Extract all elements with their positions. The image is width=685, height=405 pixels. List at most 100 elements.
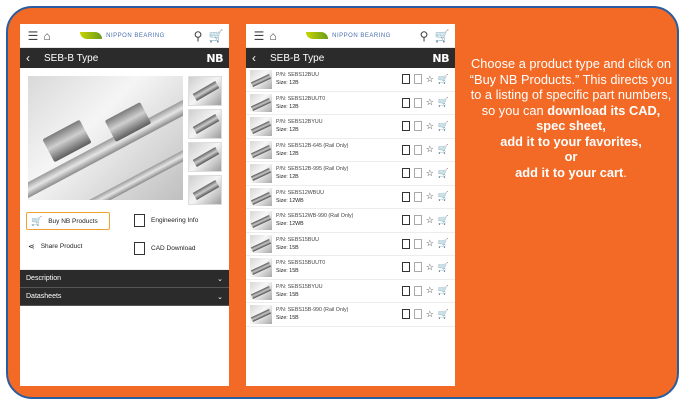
list-item[interactable]: P/N: SEBS15B-990 (Rail Only) Size: 15B ☆ 🛒 <box>246 303 455 327</box>
cart-icon[interactable]: 🛒 <box>438 262 449 273</box>
cad-file-icon[interactable] <box>401 168 410 179</box>
cad-file-icon[interactable] <box>401 285 410 296</box>
part-size: Size: 15B <box>276 291 299 298</box>
app-header: ☰ ⌂ NIPPON BEARING ⚲ 🛒 <box>20 24 229 48</box>
list-item[interactable]: P/N: SEBS12B-995 (Rail Only) Size: 12B ☆ 🛒 <box>246 162 455 186</box>
list-item[interactable]: P/N: SEBS15BUUT0 Size: 15B ☆ 🛒 <box>246 256 455 280</box>
favorite-star-icon[interactable]: ☆ <box>426 309 434 320</box>
cart-icon[interactable]: 🛒 <box>438 285 449 296</box>
spec-sheet-icon[interactable] <box>413 215 422 226</box>
thumbnail[interactable] <box>188 142 222 172</box>
cart-icon[interactable]: 🛒 <box>438 97 449 108</box>
favorite-star-icon[interactable]: ☆ <box>426 215 434 226</box>
favorite-star-icon[interactable]: ☆ <box>426 168 434 179</box>
cart-icon[interactable]: 🛒 <box>438 215 449 226</box>
cart-icon[interactable]: 🛒 <box>438 191 449 202</box>
cart-icon[interactable]: 🛒 <box>438 121 449 132</box>
part-size: Size: 15B <box>276 315 299 322</box>
home-icon[interactable]: ⌂ <box>266 29 280 43</box>
favorite-star-icon[interactable]: ☆ <box>426 191 434 202</box>
list-item[interactable]: P/N: SEBS12WBUU Size: 12WB ☆ 🛒 <box>246 186 455 209</box>
list-item[interactable]: P/N: SEBS12WB-990 (Rail Only) Size: 12WB ☆… <box>246 209 455 233</box>
cad-file-icon[interactable] <box>401 238 410 249</box>
cart-icon[interactable]: 🛒 <box>438 238 449 249</box>
cad-file-icon[interactable] <box>401 97 410 108</box>
part-number: P/N: SEBS12BUU <box>276 72 319 79</box>
list-item[interactable]: P/N: SEBS15BYUU Size: 15B ☆ 🛒 <box>246 280 455 303</box>
list-item[interactable]: P/N: SEBS15BUU Size: 15B ☆ 🛒 <box>246 233 455 256</box>
cad-file-icon[interactable] <box>401 144 410 155</box>
cart-icon[interactable]: 🛒 <box>438 168 449 179</box>
part-thumbnail <box>250 187 272 206</box>
part-thumbnail <box>250 93 272 112</box>
spec-sheet-icon[interactable] <box>413 191 422 202</box>
brand-swoosh-icon <box>80 32 103 39</box>
thumbnail[interactable] <box>188 175 222 205</box>
favorite-star-icon[interactable]: ☆ <box>426 144 434 155</box>
search-icon[interactable]: ⚲ <box>417 29 431 43</box>
cart-icon[interactable]: 🛒 <box>438 309 449 320</box>
buy-nb-products-button[interactable]: 🛒 Buy NB Products <box>26 212 110 230</box>
back-icon[interactable]: ‹ <box>252 51 264 65</box>
list-item[interactable]: P/N: SEBS12BUUT0 Size: 12B ☆ 🛒 <box>246 92 455 115</box>
share-product-button[interactable]: ⋖ Share Product <box>28 242 82 251</box>
part-number: P/N: SEBS12WB-990 (Rail Only) <box>276 213 354 220</box>
list-item[interactable]: P/N: SEBS12BYUU Size: 12B ☆ 🛒 <box>246 115 455 139</box>
cad-file-icon[interactable] <box>401 121 410 132</box>
cad-download-button[interactable]: CAD Download <box>134 242 195 255</box>
thumbnail[interactable] <box>188 109 222 139</box>
cad-file-icon[interactable] <box>401 215 410 226</box>
part-thumbnail <box>250 164 272 183</box>
list-item[interactable]: P/N: SEBS12BUU Size: 12B ☆ 🛒 <box>246 68 455 92</box>
part-size: Size: 12B <box>276 80 299 87</box>
cad-file-icon[interactable] <box>401 74 410 85</box>
part-number: P/N: SEBS15BYUU <box>276 283 323 290</box>
cart-icon[interactable]: 🛒 <box>438 74 449 85</box>
accordion-datasheets[interactable]: Datasheets ⌄ <box>20 288 229 306</box>
menu-icon[interactable]: ☰ <box>252 29 266 43</box>
back-icon[interactable]: ‹ <box>26 51 38 65</box>
spec-sheet-icon[interactable] <box>413 285 422 296</box>
brand-swoosh-icon <box>306 32 329 39</box>
favorite-star-icon[interactable]: ☆ <box>426 285 434 296</box>
chevron-down-icon: ⌄ <box>217 293 223 301</box>
cart-icon[interactable]: 🛒 <box>435 29 450 43</box>
spec-sheet-icon[interactable] <box>413 168 422 179</box>
favorite-star-icon[interactable]: ☆ <box>426 238 434 249</box>
chevron-down-icon: ⌄ <box>217 275 223 283</box>
cart-icon[interactable]: 🛒 <box>209 29 224 43</box>
product-gallery <box>20 68 229 208</box>
spec-sheet-icon[interactable] <box>413 121 422 132</box>
engineering-info-button[interactable]: Engineering Info <box>134 214 198 227</box>
favorite-star-icon[interactable]: ☆ <box>426 121 434 132</box>
part-thumbnail <box>250 234 272 253</box>
main-product-image[interactable] <box>28 76 183 200</box>
cad-file-icon <box>134 242 145 255</box>
home-icon[interactable]: ⌂ <box>40 29 54 43</box>
part-number: P/N: SEBS12WBUU <box>276 189 324 196</box>
app-header: ☰ ⌂ NIPPON BEARING ⚲ 🛒 <box>246 24 455 48</box>
cad-file-icon[interactable] <box>401 309 410 320</box>
spec-sheet-icon[interactable] <box>413 144 422 155</box>
spec-sheet-icon[interactable] <box>413 309 422 320</box>
spec-sheet-icon[interactable] <box>413 97 422 108</box>
product-actions: 🛒 Buy NB Products Engineering Info ⋖ Sha… <box>20 208 229 270</box>
list-item[interactable]: P/N: SEBS12B-645 (Rail Only) Size: 12B ☆ 🛒 <box>246 139 455 162</box>
part-size: Size: 12WB <box>276 221 304 228</box>
cart-icon[interactable]: 🛒 <box>438 144 449 155</box>
favorite-star-icon[interactable]: ☆ <box>426 97 434 108</box>
page-title: SEB-B Type <box>270 52 325 64</box>
part-size: Size: 12B <box>276 150 299 157</box>
spec-sheet-icon[interactable] <box>413 262 422 273</box>
spec-sheet-icon[interactable] <box>413 238 422 249</box>
thumbnail[interactable] <box>188 76 222 106</box>
favorite-star-icon[interactable]: ☆ <box>426 262 434 273</box>
cart-icon: 🛒 <box>31 215 43 226</box>
cad-file-icon[interactable] <box>401 191 410 202</box>
cad-file-icon[interactable] <box>401 262 410 273</box>
search-icon[interactable]: ⚲ <box>191 29 205 43</box>
menu-icon[interactable]: ☰ <box>26 29 40 43</box>
accordion-description[interactable]: Description ⌄ <box>20 270 229 288</box>
spec-sheet-icon[interactable] <box>413 74 422 85</box>
favorite-star-icon[interactable]: ☆ <box>426 74 434 85</box>
